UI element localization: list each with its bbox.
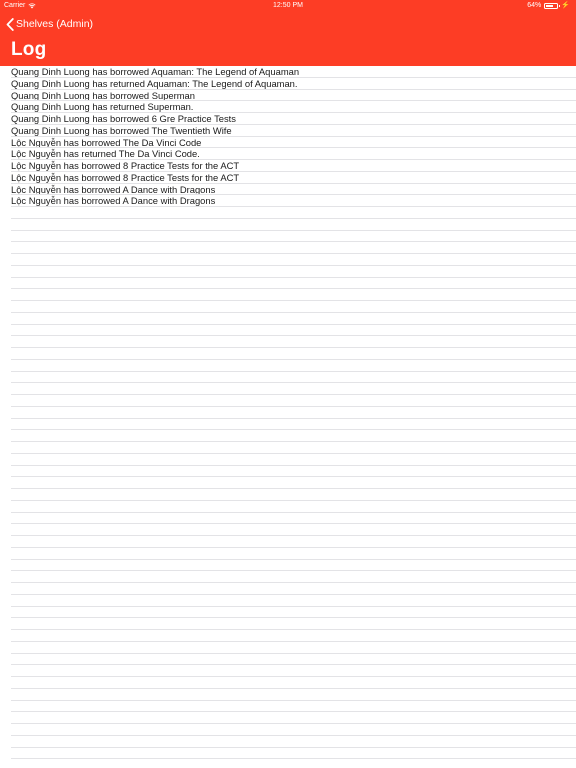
empty-row (0, 395, 576, 407)
row-separator (11, 758, 576, 760)
empty-row (0, 607, 576, 619)
log-entry-row[interactable]: Quang Dinh Luong has returned Aquaman: T… (0, 78, 576, 90)
empty-row (0, 548, 576, 560)
empty-row (0, 748, 576, 760)
log-entry-row[interactable]: Lộc Nguyễn has borrowed 8 Practice Tests… (0, 172, 576, 184)
empty-row (0, 313, 576, 325)
empty-row (0, 560, 576, 572)
log-entry-row[interactable]: Quang Dinh Luong has borrowed Aquaman: T… (0, 66, 576, 78)
status-time: 12:50 PM (273, 2, 303, 9)
back-label: Shelves (Admin) (16, 18, 94, 30)
empty-row (0, 466, 576, 478)
page-title: Log (11, 39, 47, 60)
empty-row (0, 419, 576, 431)
empty-row (0, 712, 576, 724)
empty-row (0, 477, 576, 489)
empty-row (0, 231, 576, 243)
empty-row (0, 513, 576, 525)
empty-row (0, 689, 576, 701)
log-entry-row[interactable]: Lộc Nguyễn has borrowed 8 Practice Tests… (0, 160, 576, 172)
log-entry-row[interactable]: Quang Dinh Luong has borrowed The Twenti… (0, 125, 576, 137)
empty-row (0, 442, 576, 454)
empty-row (0, 454, 576, 466)
empty-row (0, 301, 576, 313)
log-entry-row[interactable]: Lộc Nguyễn has borrowed A Dance with Dra… (0, 195, 576, 207)
log-entry-row[interactable]: Quang Dinh Luong has borrowed 6 Gre Prac… (0, 113, 576, 125)
battery-tip (558, 5, 561, 7)
empty-row (0, 630, 576, 642)
empty-row (0, 618, 576, 630)
empty-row (0, 242, 576, 254)
empty-row (0, 407, 576, 419)
empty-row (0, 289, 576, 301)
empty-row (0, 348, 576, 360)
empty-row (0, 254, 576, 266)
navigation-bar: Carrier 12:50 PM 64% ⚡ Shelves (Admin) L… (0, 0, 576, 66)
empty-row (0, 501, 576, 513)
empty-row (0, 430, 576, 442)
empty-row (0, 642, 576, 654)
log-entry-row[interactable]: Lộc Nguyễn has borrowed A Dance with Dra… (0, 184, 576, 196)
battery-level (546, 5, 553, 7)
battery-icon (544, 3, 561, 9)
status-bar: Carrier 12:50 PM 64% ⚡ (0, 0, 576, 12)
empty-row (0, 701, 576, 713)
log-entry-row[interactable]: Lộc Nguyễn has borrowed The Da Vinci Cod… (0, 137, 576, 149)
status-right: 64% ⚡ (527, 0, 570, 12)
empty-row (0, 724, 576, 736)
empty-row (0, 219, 576, 231)
back-button[interactable]: Shelves (Admin) (6, 16, 93, 32)
log-entry-row[interactable]: Quang Dinh Luong has borrowed Superman (0, 90, 576, 102)
empty-row (0, 360, 576, 372)
empty-row (0, 383, 576, 395)
log-entry-row[interactable]: Lộc Nguyễn has returned The Da Vinci Cod… (0, 148, 576, 160)
empty-row (0, 372, 576, 384)
battery-percent: 64% (527, 2, 542, 9)
empty-row (0, 677, 576, 689)
log-entry-row[interactable]: Quang Dinh Luong has returned Superman. (0, 101, 576, 113)
empty-row (0, 736, 576, 748)
log-list[interactable]: Quang Dinh Luong has borrowed Aquaman: T… (0, 66, 576, 768)
empty-row (0, 278, 576, 290)
empty-row (0, 654, 576, 666)
charging-icon: ⚡ (561, 2, 570, 9)
empty-row (0, 489, 576, 501)
empty-row (0, 665, 576, 677)
empty-row (0, 207, 576, 219)
empty-row (0, 595, 576, 607)
empty-row (0, 325, 576, 337)
empty-row (0, 524, 576, 536)
empty-row (0, 536, 576, 548)
chevron-left-icon (6, 17, 14, 31)
empty-row (0, 266, 576, 278)
empty-row (0, 336, 576, 348)
empty-row (0, 571, 576, 583)
empty-row (0, 583, 576, 595)
